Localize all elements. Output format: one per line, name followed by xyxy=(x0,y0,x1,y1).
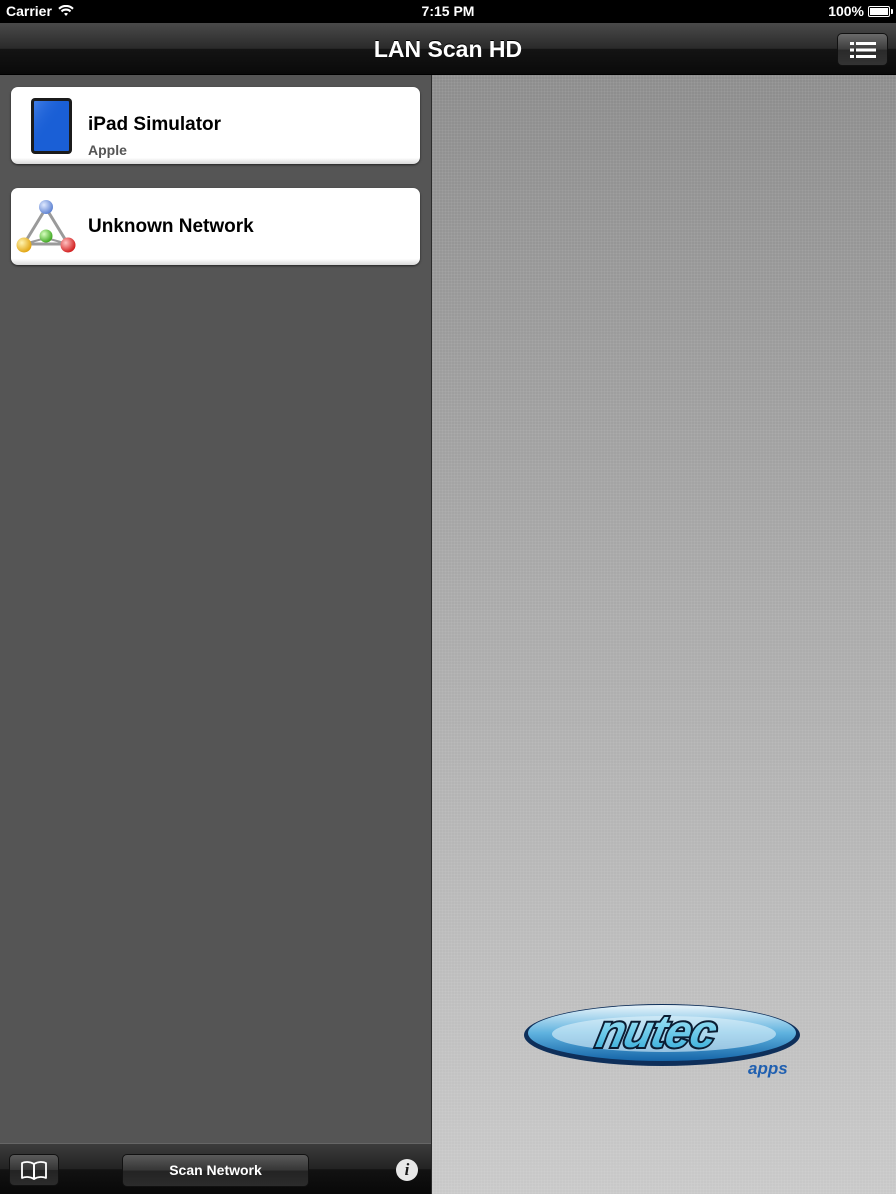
network-icon xyxy=(16,200,76,253)
device-cell-ipad-simulator[interactable]: iPad Simulator Apple xyxy=(11,87,420,164)
device-cell-unknown-network[interactable]: Unknown Network xyxy=(11,188,420,265)
nutec-apps-logo: nutec apps xyxy=(524,1003,800,1078)
ipad-icon xyxy=(31,98,72,154)
detail-pane: nutec apps xyxy=(432,75,896,1194)
menu-button[interactable] xyxy=(837,33,888,66)
battery-icon xyxy=(868,5,893,17)
svg-text:apps: apps xyxy=(748,1059,788,1078)
navigation-bar: LAN Scan HD xyxy=(0,23,896,75)
bookmarks-button[interactable] xyxy=(9,1154,59,1186)
status-bar: Carrier 7:15 PM 100% xyxy=(0,0,896,23)
scan-network-button[interactable]: Scan Network xyxy=(122,1154,309,1187)
status-right: 100% xyxy=(828,3,893,19)
page-title: LAN Scan HD xyxy=(373,36,523,62)
device-list-pane: iPad Simulator Apple Unknown Network xyxy=(0,75,432,1143)
battery-percent: 100% xyxy=(828,3,864,19)
book-icon xyxy=(21,1161,47,1180)
device-title: Unknown Network xyxy=(88,216,254,237)
status-time: 7:15 PM xyxy=(421,3,475,19)
device-title: iPad Simulator xyxy=(88,114,222,135)
svg-text:nutec: nutec xyxy=(592,1005,722,1056)
bottom-toolbar: Scan Network i xyxy=(0,1143,432,1194)
device-subtitle: Apple xyxy=(88,142,127,158)
list-icon xyxy=(849,41,876,58)
info-icon[interactable]: i xyxy=(396,1159,418,1181)
